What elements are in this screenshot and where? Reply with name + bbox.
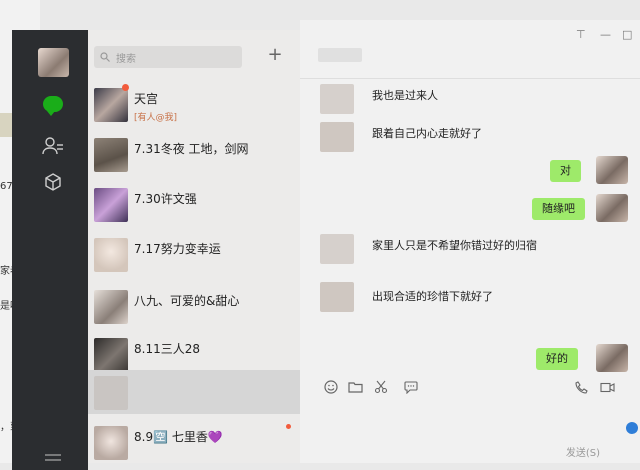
conversation-title-blurred <box>318 48 362 62</box>
chat-list-item[interactable]: 7.31冬夜 工地，剑网 <box>88 130 300 180</box>
chat-avatar <box>94 338 128 372</box>
chat-avatar <box>94 426 128 460</box>
peer-avatar[interactable] <box>320 122 354 152</box>
chat-list-item-selected[interactable] <box>88 370 300 414</box>
contacts-icon[interactable] <box>40 134 66 158</box>
message-text: 跟着自己内心走就好了 <box>372 127 482 140</box>
maximize-icon[interactable]: □ <box>622 28 632 41</box>
my-message-bubble: 对 <box>550 160 581 182</box>
message-text: 出现合适的珍惜下就好了 <box>372 290 493 303</box>
my-avatar[interactable] <box>596 156 628 184</box>
chat-avatar <box>94 376 128 410</box>
folder-icon[interactable] <box>346 378 364 396</box>
menu-icon[interactable] <box>40 446 66 470</box>
input-toolbar <box>300 372 640 402</box>
conversation-panel: ⊤ — □ 我也是过来人 跟着自己内心走就好了 对 随缘吧 家里人只是不希望你错… <box>300 20 640 463</box>
chat-list-item[interactable]: 7.30许文强 <box>88 180 300 230</box>
chat-list-item[interactable]: 天宫 [有人@我] <box>88 80 300 130</box>
peer-avatar[interactable] <box>320 282 354 312</box>
chat-name: 8.11三人28 <box>134 342 200 356</box>
chat-avatar <box>94 138 128 172</box>
chat-name: 7.31冬夜 工地，剑网 <box>134 142 249 156</box>
my-avatar[interactable] <box>596 194 628 222</box>
chat-name: 7.17努力变幸运 <box>134 242 221 256</box>
chat-history-icon[interactable] <box>402 378 420 396</box>
chat-avatar <box>94 290 128 324</box>
message-text: 我也是过来人 <box>372 89 438 102</box>
my-message-bubble: 随缘吧 <box>532 198 585 220</box>
chat-name: 7.30许文强 <box>134 192 197 206</box>
chat-name: 8.9🈳 七里香💜 <box>134 430 223 444</box>
new-chat-plus-icon[interactable]: + <box>264 44 286 66</box>
group-avatar <box>94 88 128 122</box>
chat-icon[interactable] <box>40 92 66 116</box>
favorites-cube-icon[interactable] <box>40 170 66 194</box>
chat-avatar <box>94 188 128 222</box>
chat-list-panel: 搜索 + 天宫 [有人@我] 7.31冬夜 工地，剑网 7.30许文强 7.17… <box>88 30 300 463</box>
search-placeholder: 搜索 <box>116 53 136 65</box>
chat-preview: [有人@我] <box>134 110 177 123</box>
chat-list-item[interactable]: 7.17努力变幸运 <box>88 230 300 280</box>
unread-dot <box>122 84 129 91</box>
search-icon <box>100 52 114 62</box>
notification-badge[interactable] <box>626 422 638 434</box>
app-sidebar <box>12 30 88 470</box>
minimize-icon[interactable]: — <box>600 28 611 41</box>
search-input[interactable]: 搜索 <box>94 46 242 68</box>
message-text: 家里人只是不希望你错过好的归宿 <box>372 239 537 252</box>
my-message-bubble: 好的 <box>536 348 578 370</box>
unread-dot <box>286 424 291 429</box>
chat-list-item[interactable]: 8.9🈳 七里香💜 <box>88 418 300 468</box>
title-divider <box>300 78 640 79</box>
user-avatar[interactable] <box>38 48 69 77</box>
video-call-icon[interactable] <box>598 378 616 396</box>
scissors-icon[interactable] <box>372 378 390 396</box>
chat-name: 八九、可爱的&甜心 <box>134 294 240 308</box>
peer-avatar[interactable] <box>320 84 354 114</box>
peer-avatar[interactable] <box>320 234 354 264</box>
chat-list-item[interactable]: 八九、可爱的&甜心 <box>88 282 300 332</box>
mention-tag: [有人@我] <box>134 113 178 123</box>
chat-name: 天宫 <box>134 92 159 106</box>
phone-call-icon[interactable] <box>572 378 590 396</box>
my-avatar[interactable] <box>596 344 628 372</box>
emoji-icon[interactable] <box>322 378 340 396</box>
chat-avatar <box>94 238 128 272</box>
pin-icon[interactable]: ⊤ <box>576 28 586 41</box>
send-button[interactable]: 发送(S) <box>566 444 600 459</box>
